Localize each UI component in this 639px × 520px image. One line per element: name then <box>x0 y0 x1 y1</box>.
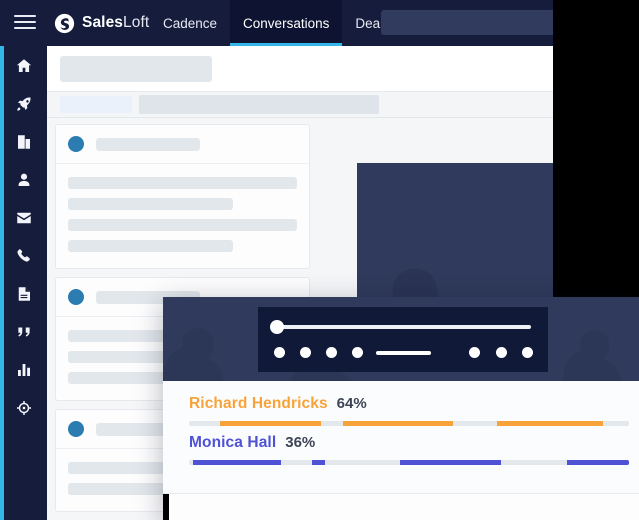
top-header: SalesLoft Cadence Conversations Deals <box>0 0 553 46</box>
talk-segment <box>343 421 453 426</box>
speaker-name: Monica Hall <box>189 434 277 451</box>
subbar-search-placeholder[interactable] <box>139 95 379 114</box>
sidebar-item-email[interactable] <box>0 199 47 237</box>
tab-conversations[interactable]: Conversations <box>230 0 343 46</box>
talk-segment <box>193 460 282 465</box>
text-placeholder <box>68 177 297 189</box>
sidebar-item-analytics[interactable] <box>0 351 47 389</box>
skip-back-icon[interactable] <box>274 347 285 358</box>
settings-icon[interactable] <box>522 347 533 358</box>
target-icon <box>16 400 31 416</box>
global-search-input[interactable] <box>381 10 553 35</box>
page-title-placeholder <box>60 56 212 82</box>
speaker-label: Monica Hall 36% <box>189 434 315 452</box>
sidebar-item-goals[interactable] <box>0 389 47 427</box>
speaker-name: Richard Hendricks <box>189 395 328 412</box>
sidebar-item-templates[interactable] <box>0 275 47 313</box>
call-player-overlay: Richard Hendricks 64% Monica Hall 36% <box>163 297 639 520</box>
sidebar-item-accounts[interactable] <box>0 123 47 161</box>
playback-progress-knob[interactable] <box>270 320 284 334</box>
speaker-label: Richard Hendricks 64% <box>189 395 367 413</box>
speaker-talk-track[interactable] <box>189 421 629 426</box>
speaker-percent: 36% <box>285 434 316 451</box>
speed-icon[interactable] <box>469 347 480 358</box>
screenshot-stage: SalesLoft Cadence Conversations Deals Ri… <box>0 0 639 520</box>
rocket-icon <box>16 97 31 111</box>
rewind-icon[interactable] <box>300 347 311 358</box>
content-subbar <box>47 92 553 118</box>
avatar <box>68 421 84 437</box>
avatar <box>68 289 84 305</box>
saleslift-spiral-icon <box>54 13 75 33</box>
list-item-header <box>56 125 309 164</box>
hamburger-bar <box>14 15 36 17</box>
overlay-footer-edge <box>163 494 169 520</box>
text-placeholder <box>68 198 233 210</box>
list-item-body <box>56 164 309 268</box>
subbar-tab-placeholder[interactable] <box>60 96 132 113</box>
talk-segment <box>312 460 326 465</box>
talk-segment <box>400 460 502 465</box>
document-icon <box>18 287 30 301</box>
avatar <box>68 136 84 152</box>
list-item-name-placeholder <box>96 137 200 151</box>
list-item[interactable] <box>55 124 310 269</box>
building-icon <box>17 135 30 149</box>
media-player-controls <box>258 307 548 372</box>
sidebar-item-conversations[interactable] <box>0 313 47 351</box>
hamburger-bar <box>14 21 36 23</box>
header-nav-tabs: Cadence Conversations Deals <box>150 0 403 46</box>
speaker-percent: 64% <box>336 395 367 412</box>
brand-name: SalesLoft <box>82 14 149 32</box>
home-icon <box>16 59 31 72</box>
text-placeholder <box>68 240 233 252</box>
envelope-icon <box>16 212 31 224</box>
speaker-talk-track[interactable] <box>189 460 629 465</box>
volume-slider[interactable] <box>376 351 431 355</box>
talk-segment <box>497 421 603 426</box>
overlay-video-area <box>163 297 639 381</box>
quote-icon <box>17 327 30 337</box>
bar-chart-icon <box>17 364 30 376</box>
brand-name-light: Loft <box>123 14 150 31</box>
overlay-footer <box>163 494 639 520</box>
speaker-talk-time: Richard Hendricks 64% Monica Hall 36% <box>163 381 639 491</box>
brand-logo[interactable]: SalesLoft <box>54 10 149 36</box>
captions-icon[interactable] <box>496 347 507 358</box>
tab-cadence[interactable]: Cadence <box>150 0 230 46</box>
hamburger-bar <box>14 27 36 29</box>
person-icon <box>18 173 29 186</box>
fast-forward-icon[interactable] <box>352 347 363 358</box>
sidebar-item-cadence[interactable] <box>0 85 47 123</box>
text-placeholder <box>68 219 297 231</box>
hamburger-menu-icon[interactable] <box>14 15 36 31</box>
talk-segment <box>567 460 629 465</box>
play-icon[interactable] <box>326 347 337 358</box>
sidebar-item-calls[interactable] <box>0 237 47 275</box>
sidebar-item-home[interactable] <box>0 47 47 85</box>
phone-icon <box>16 249 30 262</box>
brand-name-bold: Sales <box>82 14 124 31</box>
content-toolbar <box>47 46 553 92</box>
playback-progress-track[interactable] <box>276 325 531 329</box>
talk-segment <box>219 421 321 426</box>
sidebar-item-people[interactable] <box>0 161 47 199</box>
